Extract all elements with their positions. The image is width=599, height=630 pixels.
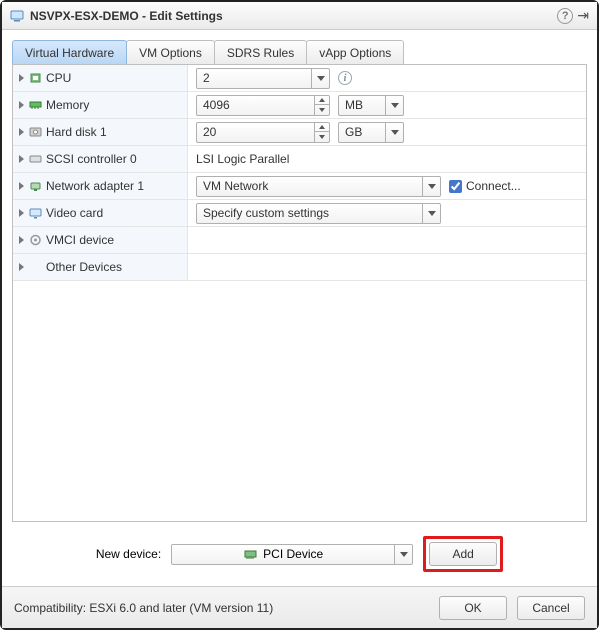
vmci-label: VMCI device [46, 233, 114, 247]
tab-sdrs-rules[interactable]: SDRS Rules [214, 40, 307, 64]
memory-unit-combo[interactable]: MB [338, 95, 404, 116]
row-cpu: CPU 2 i [13, 65, 586, 92]
dropdown-button[interactable] [394, 545, 412, 564]
memory-size-spinner[interactable]: 4096 [196, 95, 330, 116]
info-icon[interactable]: i [338, 71, 352, 85]
expand-toggle[interactable] [19, 182, 24, 190]
scsi-icon [28, 153, 42, 165]
tab-bar: Virtual Hardware VM Options SDRS Rules v… [12, 40, 587, 65]
dropdown-button[interactable] [385, 123, 403, 142]
compatibility-text: Compatibility: ESXi 6.0 and later (VM ve… [14, 601, 429, 615]
memory-icon [28, 99, 42, 111]
expand-toggle[interactable] [19, 74, 24, 82]
disk-size-spinner[interactable]: 20 [196, 122, 330, 143]
vm-icon [10, 10, 24, 22]
cancel-button[interactable]: Cancel [517, 596, 585, 620]
expand-toggle[interactable] [19, 155, 24, 163]
video-label: Video card [46, 206, 103, 220]
titlebar: NSVPX-ESX-DEMO - Edit Settings ? ⇥ [2, 2, 597, 30]
disk-unit-combo[interactable]: GB [338, 122, 404, 143]
window-title: NSVPX-ESX-DEMO - Edit Settings [30, 9, 551, 23]
row-vmci: VMCI device [13, 227, 586, 254]
add-button-highlight: Add [423, 536, 503, 572]
cpu-label: CPU [46, 71, 71, 85]
new-device-combo[interactable]: PCI Device [171, 544, 413, 565]
expand-toggle[interactable] [19, 128, 24, 136]
dropdown-button[interactable] [422, 177, 440, 196]
row-hard-disk: Hard disk 1 20 GB [13, 119, 586, 146]
other-label: Other Devices [46, 260, 122, 274]
footer: Compatibility: ESXi 6.0 and later (VM ve… [2, 586, 597, 628]
add-button[interactable]: Add [429, 542, 497, 566]
pci-icon [243, 548, 257, 560]
new-device-value: PCI Device [263, 547, 323, 561]
connect-label: Connect... [466, 179, 521, 193]
connect-checkbox-wrap[interactable]: Connect... [449, 179, 521, 193]
video-combo[interactable]: Specify custom settings [196, 203, 441, 224]
help-icon[interactable]: ? [557, 8, 573, 24]
tab-vapp-options[interactable]: vApp Options [306, 40, 404, 64]
spinner-buttons[interactable] [314, 123, 329, 142]
new-device-label: New device: [96, 547, 161, 561]
disk-label: Hard disk 1 [46, 125, 107, 139]
row-other: Other Devices [13, 254, 586, 281]
cpu-icon [28, 72, 42, 84]
scsi-label: SCSI controller 0 [46, 152, 137, 166]
memory-label: Memory [46, 98, 89, 112]
cpu-count-combo[interactable]: 2 [196, 68, 330, 89]
scsi-value: LSI Logic Parallel [196, 152, 289, 166]
expand-toggle[interactable] [19, 236, 24, 244]
network-icon [28, 180, 42, 192]
row-network: Network adapter 1 VM Network Connect... [13, 173, 586, 200]
video-icon [28, 207, 42, 219]
network-combo[interactable]: VM Network [196, 176, 441, 197]
dropdown-button[interactable] [422, 204, 440, 223]
tab-virtual-hardware[interactable]: Virtual Hardware [12, 40, 127, 64]
expand-toggle[interactable] [19, 209, 24, 217]
dropdown-button[interactable] [385, 96, 403, 115]
connect-checkbox[interactable] [449, 180, 462, 193]
row-scsi: SCSI controller 0 LSI Logic Parallel [13, 146, 586, 173]
expand-toggle[interactable] [19, 263, 24, 271]
network-label: Network adapter 1 [46, 179, 144, 193]
new-device-bar: New device: PCI Device Add [12, 522, 587, 586]
spinner-buttons[interactable] [314, 96, 329, 115]
row-memory: Memory 4096 MB [13, 92, 586, 119]
ok-button[interactable]: OK [439, 596, 507, 620]
settings-grid: CPU 2 i Memory 4096 [12, 65, 587, 522]
vmci-icon [28, 234, 42, 246]
expand-toggle[interactable] [19, 101, 24, 109]
dropdown-button[interactable] [311, 69, 329, 88]
disk-icon [28, 126, 42, 138]
tab-vm-options[interactable]: VM Options [126, 40, 215, 64]
expand-icon[interactable]: ⇥ [577, 7, 589, 24]
row-video: Video card Specify custom settings [13, 200, 586, 227]
